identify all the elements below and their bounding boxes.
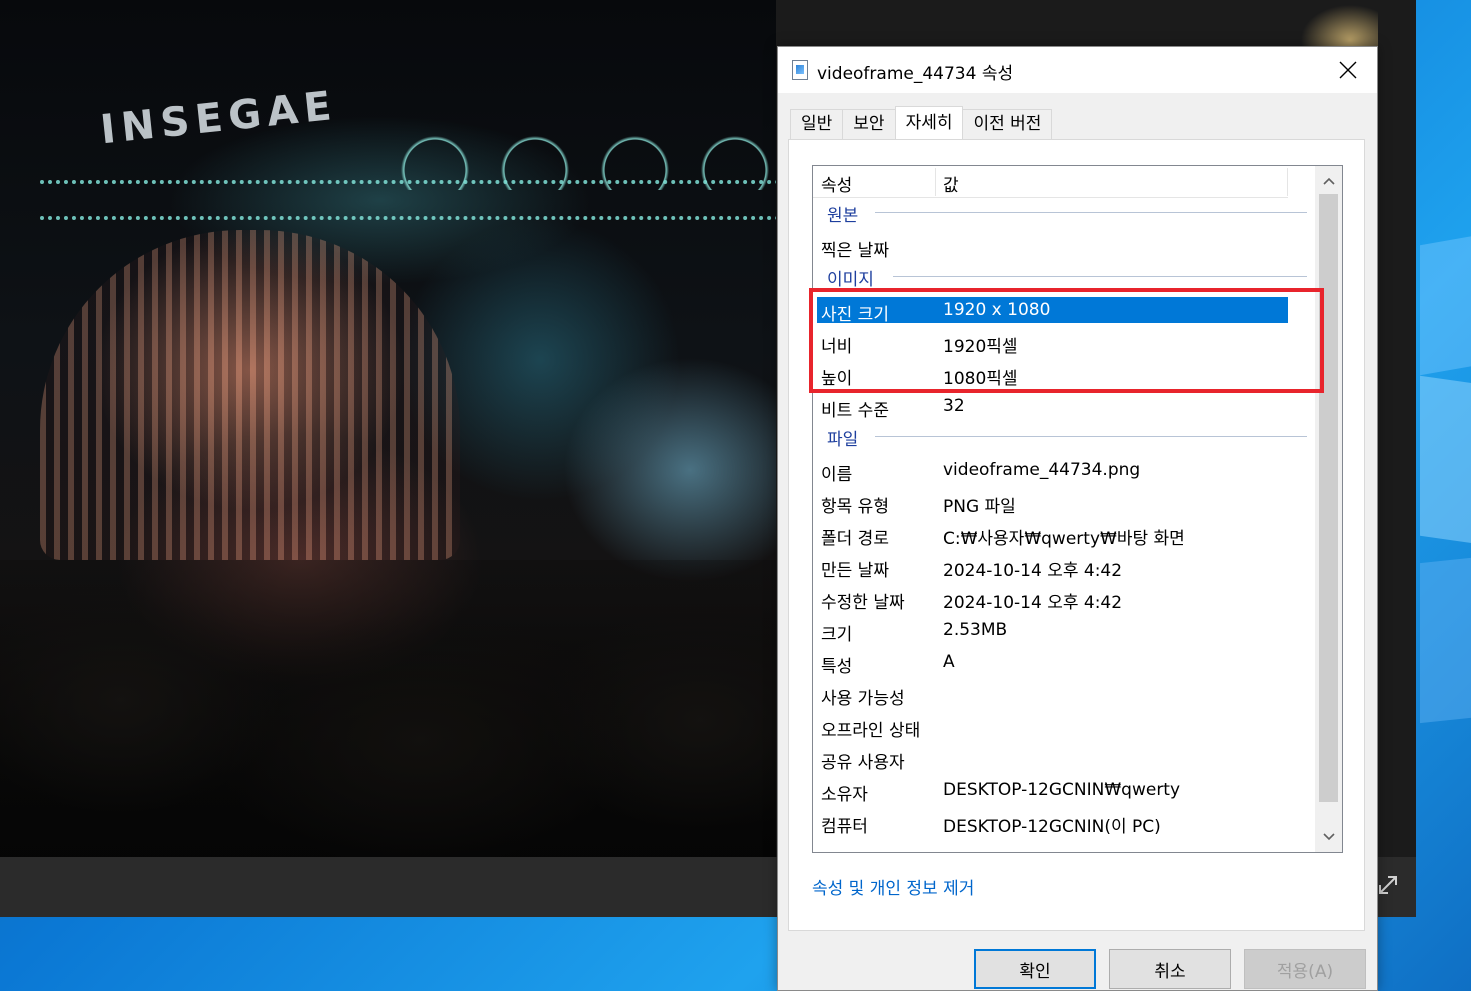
property-row[interactable]: 항목 유형 PNG 파일: [813, 486, 1313, 518]
property-row[interactable]: 공유 사용자: [813, 742, 1313, 774]
property-row[interactable]: 오프라인 상태: [813, 710, 1313, 742]
property-row[interactable]: 특성 A: [813, 646, 1313, 678]
list-header: 속성 값: [813, 166, 1288, 198]
file-image-icon: [792, 60, 808, 80]
group-origin: 원본: [813, 198, 1313, 230]
remove-properties-link[interactable]: 속성 및 개인 정보 제거: [812, 874, 974, 899]
property-row[interactable]: 만든 날짜 2024-10-14 오후 4:42: [813, 550, 1313, 582]
close-button[interactable]: [1330, 55, 1366, 85]
chevron-down-icon: [1322, 833, 1335, 841]
property-row[interactable]: 이름 videoframe_44734.png: [813, 454, 1313, 486]
vertical-scrollbar[interactable]: [1315, 166, 1342, 852]
property-row[interactable]: 찍은 날짜: [813, 230, 1313, 262]
expand-icon[interactable]: [1376, 873, 1400, 897]
ok-button[interactable]: 확인: [974, 949, 1096, 989]
property-row[interactable]: 폴더 경로 C:₩사용자₩qwerty₩바탕 화면: [813, 518, 1313, 550]
chevron-up-icon: [1322, 177, 1335, 185]
property-row[interactable]: 높이 1080픽셀: [813, 358, 1313, 390]
group-title: 원본: [827, 206, 859, 226]
properties-dialog: videoframe_44734 속성 일반 보안 자세히 이전 버전 속성 값…: [777, 46, 1378, 991]
column-header-property[interactable]: 속성: [821, 171, 852, 196]
details-panel: 속성 값 원본 찍은 날짜 이미지 사진 크기 1920 x 1080 너비 1…: [788, 139, 1365, 931]
properties-list[interactable]: 속성 값 원본 찍은 날짜 이미지 사진 크기 1920 x 1080 너비 1…: [812, 165, 1343, 853]
photo-image: INSEGAE: [0, 0, 776, 857]
tab-strip: 일반 보안 자세히 이전 버전: [790, 106, 1053, 140]
property-row[interactable]: 소유자 DESKTOP-12GCNIN₩qwerty: [813, 774, 1313, 806]
tab-general[interactable]: 일반: [790, 109, 844, 139]
property-row[interactable]: 너비 1920픽셀: [813, 326, 1313, 358]
scroll-up-button[interactable]: [1315, 168, 1342, 194]
close-icon: [1339, 61, 1357, 79]
group-title: 이미지: [827, 270, 874, 290]
dialog-title: videoframe_44734 속성: [817, 64, 1014, 84]
property-rows: 원본 찍은 날짜 이미지 사진 크기 1920 x 1080 너비 1920픽셀…: [813, 198, 1313, 838]
group-file: 파일: [813, 422, 1313, 454]
store-sign: INSEGAE: [98, 82, 340, 154]
group-image: 이미지: [813, 262, 1313, 294]
group-title: 파일: [827, 430, 859, 450]
property-row[interactable]: 사용 가능성: [813, 678, 1313, 710]
tab-previous-versions[interactable]: 이전 버전: [962, 109, 1053, 139]
scroll-down-button[interactable]: [1315, 824, 1342, 850]
scroll-thumb[interactable]: [1319, 194, 1338, 802]
tab-details[interactable]: 자세히: [894, 106, 964, 140]
tab-security[interactable]: 보안: [842, 109, 896, 139]
cancel-button[interactable]: 취소: [1109, 949, 1231, 989]
property-row[interactable]: 비트 수준 32: [813, 390, 1313, 422]
property-row[interactable]: 크기 2.53MB: [813, 614, 1313, 646]
column-header-value[interactable]: 값: [943, 171, 959, 196]
property-row[interactable]: 컴퓨터 DESKTOP-12GCNIN(이 PC): [813, 806, 1313, 838]
property-row[interactable]: 수정한 날짜 2024-10-14 오후 4:42: [813, 582, 1313, 614]
property-row-selected[interactable]: 사진 크기 1920 x 1080: [813, 294, 1313, 326]
dialog-titlebar[interactable]: videoframe_44734 속성: [778, 47, 1377, 93]
apply-button[interactable]: 적용(A): [1244, 949, 1366, 989]
